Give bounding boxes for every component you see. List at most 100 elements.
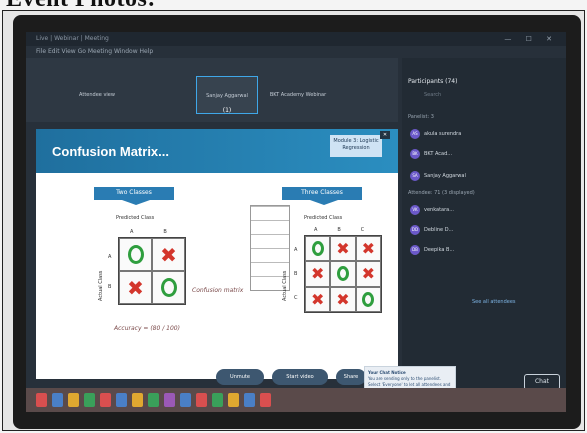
matrix-cell: ✖ — [330, 236, 356, 262]
start-video-label: Start video — [286, 374, 314, 380]
video-strip: Attendee view Sanjay Aggarwal (1) BKT Ac… — [26, 58, 398, 122]
see-all-attendees-link[interactable]: See all attendees — [472, 299, 516, 305]
annotation-accuracy: Accuracy = (80 / 100) — [114, 325, 180, 332]
taskbar-app-icon[interactable] — [52, 393, 63, 407]
matrix-cell — [330, 261, 356, 287]
taskbar-app-icon[interactable] — [116, 393, 127, 407]
matrix-cell — [119, 238, 152, 271]
slide-header: Confusion Matrix... Module 3: Logistic R… — [36, 129, 398, 173]
participant-row[interactable]: SA Sanjay Aggarwal — [410, 170, 540, 182]
avatar: AS — [410, 128, 420, 139]
share-button[interactable]: Share — [336, 369, 366, 385]
menu-items[interactable]: File Edit View Go Meeting Window Help — [36, 48, 153, 55]
matrix-cell — [355, 286, 381, 312]
video-tile-label: Sanjay Aggarwal — [206, 93, 248, 99]
attendees-label: Attendee: 71 (3 displayed) — [408, 190, 475, 196]
three-col-labels: ABC — [314, 227, 384, 233]
participant-row[interactable]: BK BKT Acad... — [410, 148, 540, 160]
matrix-cell: ✖ — [330, 286, 356, 312]
two-actual-label: Actual Class — [98, 270, 104, 301]
error-cross-icon: ✖ — [127, 275, 144, 300]
participant-row[interactable]: AS akula surendra — [410, 128, 540, 140]
taskbar-app-icon[interactable] — [228, 393, 239, 407]
two-col-labels: AB — [130, 229, 197, 235]
matrix-cell: ✖ — [305, 286, 331, 312]
video-tile-1[interactable]: Attendee view — [66, 76, 128, 114]
participants-search[interactable]: Search — [424, 92, 464, 100]
menu-bar[interactable]: File Edit View Go Meeting Window Help — [26, 46, 566, 58]
video-tile-label: BKT Academy Webinar — [269, 92, 327, 98]
three-row-label-c: C — [294, 295, 298, 301]
window-title: Live | Webinar | Meeting — [36, 35, 109, 42]
close-icon[interactable]: ✕ — [380, 131, 390, 139]
participant-row[interactable]: DB Deepika B... — [410, 244, 540, 256]
two-row-label-a: A — [108, 254, 112, 260]
participant-name: akula surendra — [424, 131, 462, 137]
participant-name: Deepika B... — [424, 247, 455, 253]
error-cross-icon: ✖ — [361, 264, 376, 284]
correct-circle-icon — [127, 245, 144, 264]
three-predicted-label: Predicted Class — [304, 215, 343, 221]
col-label: A — [130, 229, 164, 235]
participant-name: venkatara... — [424, 207, 454, 213]
windows-taskbar — [26, 388, 566, 412]
avatar: DD — [410, 224, 420, 235]
correct-circle-icon — [311, 241, 324, 257]
taskbar-app-icon[interactable] — [244, 393, 255, 407]
share-label: Share — [343, 374, 359, 380]
matrix-cell: ✖ — [355, 261, 381, 287]
three-actual-label: Actual Class — [282, 270, 288, 301]
correct-circle-icon — [362, 291, 375, 307]
error-cross-icon: ✖ — [361, 239, 376, 259]
taskbar-app-icon[interactable] — [68, 393, 79, 407]
participant-name: Sanjay Aggarwal — [424, 173, 466, 179]
three-row-label-b: B — [294, 271, 298, 277]
two-row-label-b: B — [108, 284, 112, 290]
error-cross-icon: ✖ — [160, 242, 177, 267]
taskbar-app-icon[interactable] — [260, 393, 271, 407]
taskbar-app-icon[interactable] — [36, 393, 47, 407]
taskbar-app-icon[interactable] — [196, 393, 207, 407]
annotation-confusion: Confusion matrix — [192, 287, 244, 294]
avatar: DB — [410, 244, 420, 255]
window-titlebar: Live | Webinar | Meeting — ☐ ✕ — [26, 32, 566, 46]
taskbar-app-icon[interactable] — [148, 393, 159, 407]
window-controls[interactable]: — ☐ ✕ — [504, 32, 558, 46]
two-classes-banner: Two Classes — [94, 187, 174, 205]
slide-title: Confusion Matrix... — [52, 144, 169, 159]
matrix-cell — [152, 271, 185, 304]
participants-header: Participants (74) — [408, 78, 458, 85]
two-class-matrix: ✖ ✖ — [118, 237, 186, 305]
error-cross-icon: ✖ — [310, 264, 325, 284]
taskbar-app-icon[interactable] — [180, 393, 191, 407]
laptop-screen: Live | Webinar | Meeting — ☐ ✕ File Edit… — [26, 32, 566, 388]
taskbar-app-icon[interactable] — [164, 393, 175, 407]
participant-row[interactable]: DD Debline D... — [410, 224, 540, 236]
video-tile-3[interactable]: BKT Academy Webinar — [262, 76, 334, 114]
video-tile-2[interactable]: Sanjay Aggarwal (1) — [196, 76, 258, 114]
error-cross-icon: ✖ — [310, 289, 325, 309]
chat-notice-toast[interactable]: Your Chat Notice You are sending only to… — [364, 366, 456, 388]
unmute-button[interactable]: Unmute — [216, 369, 264, 385]
error-cross-icon: ✖ — [336, 239, 350, 259]
taskbar-app-icon[interactable] — [100, 393, 111, 407]
taskbar-app-icon[interactable] — [212, 393, 223, 407]
taskbar-app-icon[interactable] — [132, 393, 143, 407]
slide-tip-box: Module 3: Logistic Regression — [330, 135, 382, 157]
three-class-matrix: ✖ ✖ ✖ ✖ ✖ ✖ — [304, 235, 382, 313]
video-tile-label: Attendee view — [79, 92, 115, 98]
taskbar-app-icon[interactable] — [84, 393, 95, 407]
unmute-label: Unmute — [230, 374, 250, 380]
col-label: B — [163, 229, 197, 235]
matrix-cell — [305, 236, 331, 262]
start-video-button[interactable]: Start video — [272, 369, 328, 385]
chat-button[interactable]: Chat — [524, 374, 560, 388]
video-tile-sub: (1) — [222, 107, 232, 114]
avatar: VK — [410, 204, 420, 215]
avatar: SA — [410, 170, 420, 181]
participants-panel: Participants (74) Search Panelist: 3 AS a… — [402, 58, 566, 388]
col-label: C — [360, 227, 385, 233]
participant-row[interactable]: VK venkatara... — [410, 204, 540, 216]
three-classes-banner: Three Classes — [282, 187, 362, 205]
panelists-label: Panelist: 3 — [408, 114, 434, 120]
